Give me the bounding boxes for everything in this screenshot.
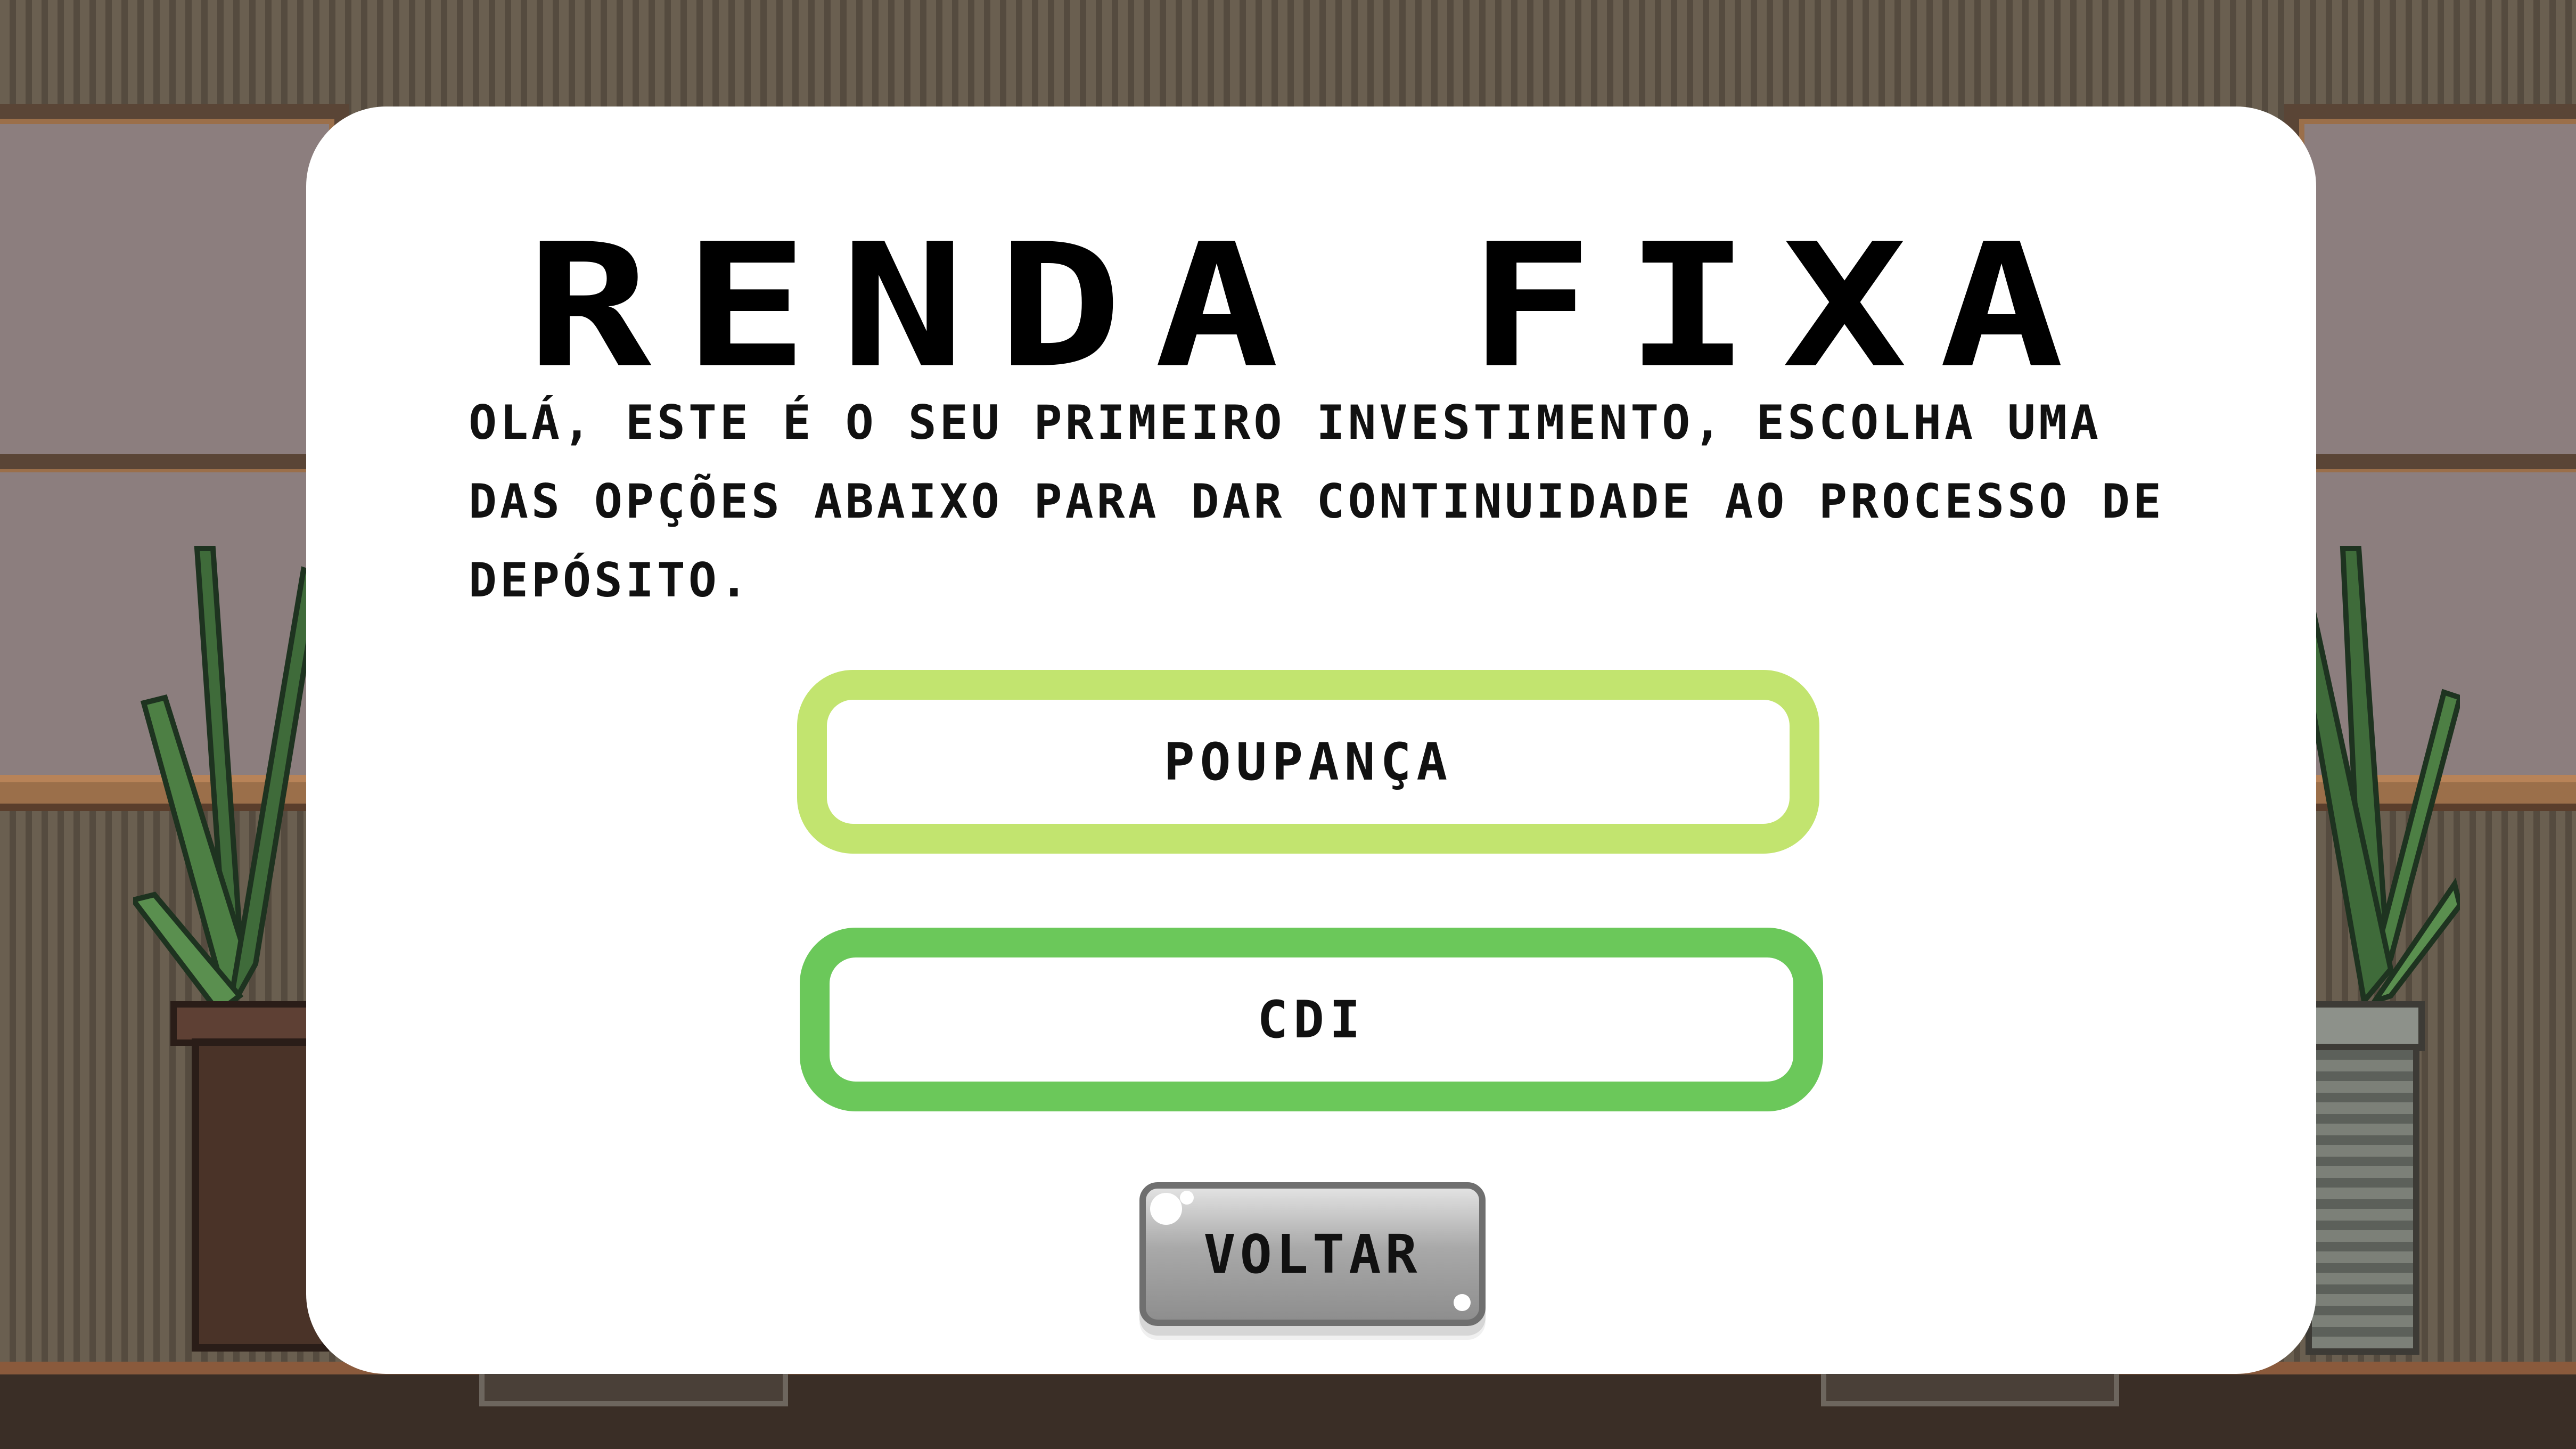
gloss-highlight-icon <box>1150 1193 1182 1225</box>
back-button[interactable]: VOLTAR <box>1139 1182 1486 1326</box>
floor <box>0 1374 2576 1449</box>
poupanca-option-button[interactable]: POUPANÇA <box>797 670 1819 854</box>
basket-right <box>2306 1044 2419 1355</box>
poupanca-option-label: POUPANÇA <box>1163 732 1453 792</box>
plant-left <box>133 546 323 1012</box>
cdi-option-label: CDI <box>1257 989 1366 1050</box>
dialog-title: RENDA FIXA <box>526 207 2096 406</box>
renda-fixa-dialog: RENDA FIXA OLÁ, ESTE É O SEU PRIMEIRO IN… <box>306 107 2316 1374</box>
gloss-corner-icon <box>1454 1294 1471 1311</box>
back-button-label: VOLTAR <box>1203 1223 1422 1286</box>
gloss-dot-icon <box>1180 1191 1194 1205</box>
dialog-description: OLÁ, ESTE É O SEU PRIMEIRO INVESTIMENTO,… <box>469 395 2164 608</box>
cdi-option-button[interactable]: CDI <box>800 928 1823 1111</box>
